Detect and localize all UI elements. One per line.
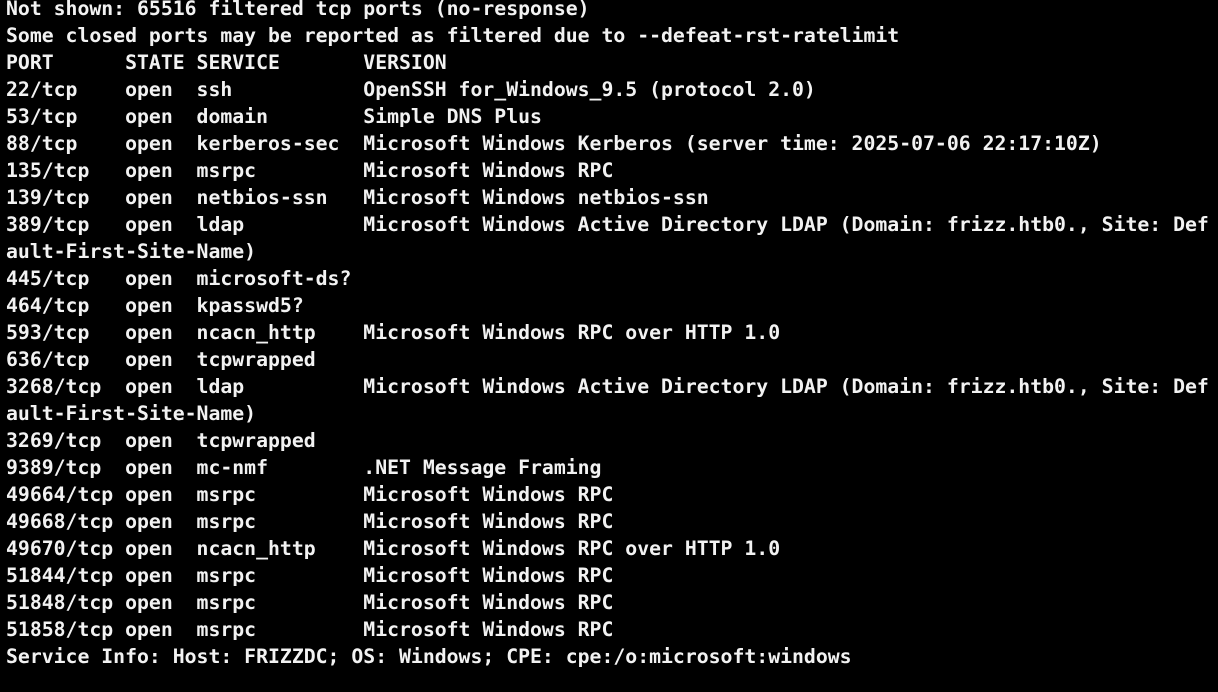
table-row: 53/tcp open domain Simple DNS Plus [6,105,542,128]
table-row: 636/tcp open tcpwrapped [6,348,316,371]
table-row: 3269/tcp open tcpwrapped [6,429,316,452]
table-row-wrap: ault-First-Site-Name) [6,240,257,263]
table-row: 135/tcp open msrpc Microsoft Windows RPC [6,159,614,182]
table-row-wrap: ault-First-Site-Name) [6,402,257,425]
table-row: 389/tcp open ldap Microsoft Windows Acti… [6,213,1209,236]
table-row: 593/tcp open ncacn_http Microsoft Window… [6,321,781,344]
table-row: 464/tcp open kpasswd5? [6,294,304,317]
table-row: 49664/tcp open msrpc Microsoft Windows R… [6,483,614,506]
table-row: 49668/tcp open msrpc Microsoft Windows R… [6,510,614,533]
table-row: 9389/tcp open mc-nmf .NET Message Framin… [6,456,602,479]
table-row: 22/tcp open ssh OpenSSH for_Windows_9.5 … [6,78,816,101]
terminal-line: Some closed ports may be reported as fil… [6,24,900,47]
table-header: PORT STATE SERVICE VERSION [6,51,447,74]
terminal-output[interactable]: Not shown: 65516 filtered tcp ports (no-… [0,0,1218,692]
table-row: 445/tcp open microsoft-ds? [6,267,352,290]
terminal-line: Not shown: 65516 filtered tcp ports (no-… [6,0,590,20]
table-row: 88/tcp open kerberos-sec Microsoft Windo… [6,132,1102,155]
table-row: 49670/tcp open ncacn_http Microsoft Wind… [6,537,781,560]
table-row: 3268/tcp open ldap Microsoft Windows Act… [6,375,1209,398]
service-info-line: Service Info: Host: FRIZZDC; OS: Windows… [6,645,852,668]
table-row: 51848/tcp open msrpc Microsoft Windows R… [6,591,614,614]
table-row: 51844/tcp open msrpc Microsoft Windows R… [6,564,614,587]
table-row: 51858/tcp open msrpc Microsoft Windows R… [6,618,614,641]
table-row: 139/tcp open netbios-ssn Microsoft Windo… [6,186,709,209]
